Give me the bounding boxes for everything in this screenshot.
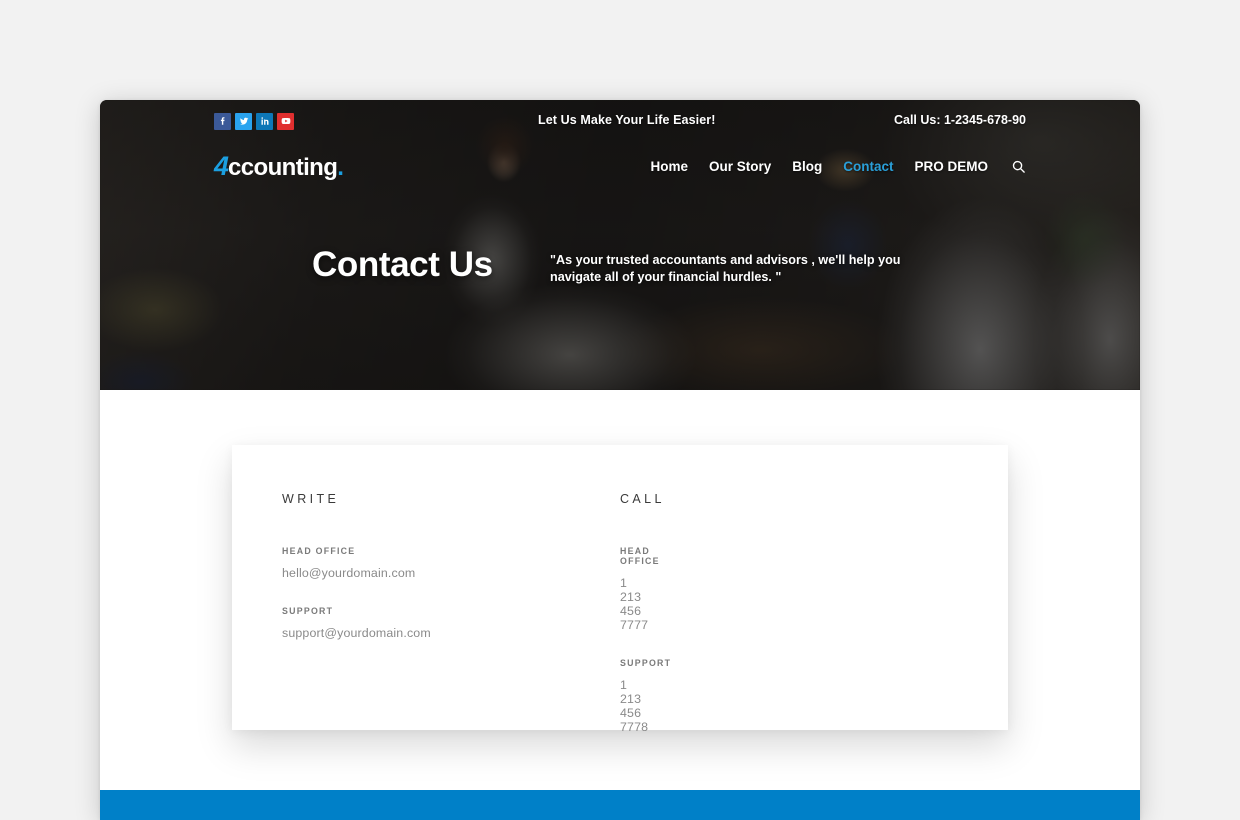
call-us-text[interactable]: Call Us: 1-2345-678-90 xyxy=(894,113,1026,127)
twitter-icon[interactable] xyxy=(235,112,252,130)
contact-card: WRITE HEAD OFFICE hello@yourdomain.com S… xyxy=(232,445,1008,734)
hero-quote: "As your trusted accountants and advisor… xyxy=(550,253,901,284)
social-links xyxy=(214,112,294,130)
footer-accent-bar xyxy=(100,790,1140,820)
content-section: WRITE HEAD OFFICE hello@yourdomain.com S… xyxy=(100,390,1140,790)
nav-item-contact[interactable]: Contact xyxy=(843,159,893,174)
youtube-icon[interactable] xyxy=(277,112,294,130)
logo-wordmark: ccounting xyxy=(228,153,338,181)
facebook-icon[interactable] xyxy=(214,112,231,130)
tagline-text: Let Us Make Your Life Easier! xyxy=(538,113,716,127)
site-logo[interactable]: 4 ccounting. xyxy=(214,150,344,181)
main-navbar: 4 ccounting. Home Our Story Blog Contact … xyxy=(100,142,1140,190)
nav-item-our-story[interactable]: Our Story xyxy=(709,159,771,174)
logo-letter-a: 4 xyxy=(214,150,229,181)
nav-item-pro-demo[interactable]: PRO DEMO xyxy=(914,159,988,174)
logo-dot: . xyxy=(337,153,344,181)
nav-item-blog[interactable]: Blog xyxy=(792,159,822,174)
browser-viewport: Let Us Make Your Life Easier! Call Us: 1… xyxy=(100,100,1140,820)
nav-item-home[interactable]: Home xyxy=(650,159,688,174)
search-icon[interactable] xyxy=(1011,159,1026,174)
primary-nav: Home Our Story Blog Contact PRO DEMO xyxy=(650,159,1026,174)
call-column: CALL HEAD OFFICE 1 213 456 7777 SUPPORT … xyxy=(620,492,672,734)
hero-section: Let Us Make Your Life Easier! Call Us: 1… xyxy=(100,100,1140,390)
linkedin-icon[interactable] xyxy=(256,112,273,130)
top-utility-bar: Let Us Make Your Life Easier! Call Us: 1… xyxy=(100,100,1140,142)
page-title: Contact Us xyxy=(312,245,493,284)
